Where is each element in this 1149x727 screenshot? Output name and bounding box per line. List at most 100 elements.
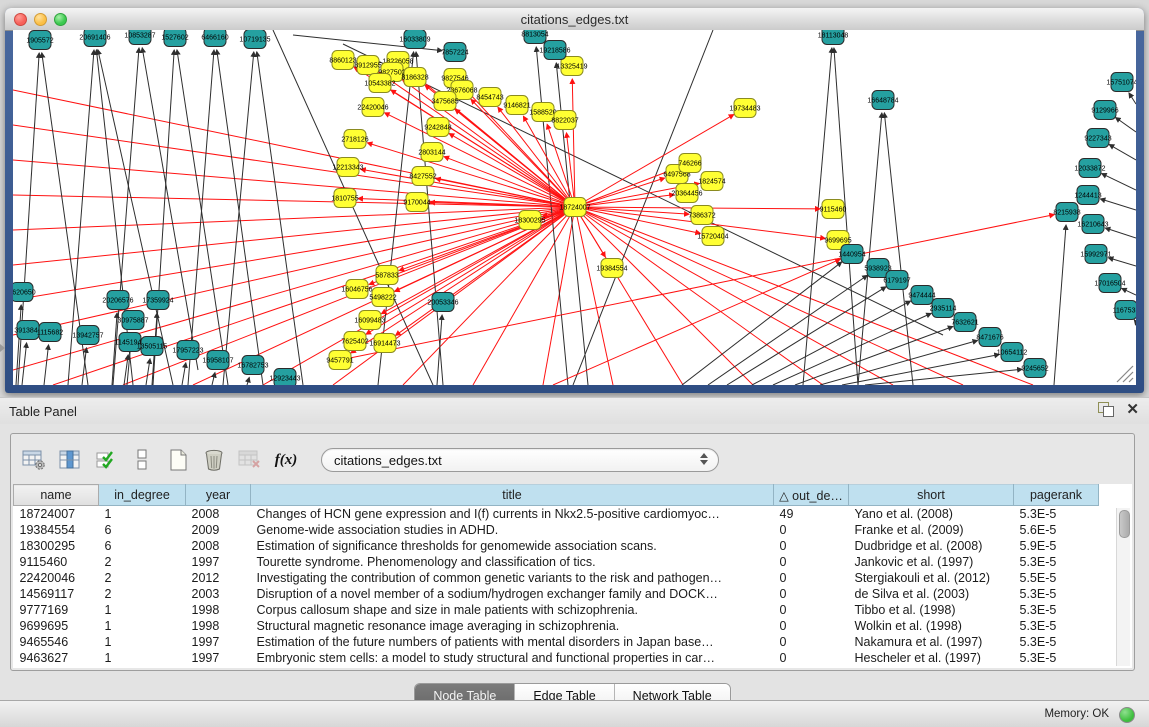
delete-rows-trash-button[interactable]	[199, 445, 229, 475]
graph-node-30975887[interactable]: 30975887	[117, 311, 148, 330]
cell-pagerank[interactable]: 5.3E-5	[1014, 554, 1099, 570]
table-row[interactable]: 946362711997Embryonic stem cells: a mode…	[14, 650, 1099, 666]
minimize-window-button[interactable]	[34, 13, 47, 26]
graph-node-17359924[interactable]: 17359924	[142, 291, 173, 310]
close-panel-icon[interactable]: ✕	[1126, 402, 1139, 417]
resize-grip[interactable]	[1117, 366, 1133, 382]
graph-node-9129966[interactable]: 9129966	[1091, 101, 1118, 120]
graph-node-1167531[interactable]: 1167531	[1113, 301, 1136, 320]
graph-node-12033872[interactable]: 12033872	[1074, 159, 1105, 178]
cell-name[interactable]: 9699695	[14, 618, 99, 634]
graph-node-1824574[interactable]: 1824574	[698, 172, 725, 191]
cell-title[interactable]: Investigating the contribution of common…	[251, 570, 774, 586]
graph-node-16099483[interactable]: 16099483	[354, 311, 385, 330]
network-window-titlebar[interactable]: citations_edges.txt	[5, 8, 1144, 31]
column-header-in_degree[interactable]: in_degree	[99, 485, 186, 506]
cell-out_degree[interactable]: 0	[774, 634, 849, 650]
cell-short[interactable]: Yano et al. (2008)	[849, 506, 1014, 523]
table-row[interactable]: 2242004622012Investigating the contribut…	[14, 570, 1099, 586]
cell-short[interactable]: Franke et al. (2009)	[849, 522, 1014, 538]
column-selector-button[interactable]	[55, 445, 85, 475]
graph-node-12213343[interactable]: 12213343	[332, 158, 363, 177]
graph-node-587833[interactable]: 587833	[375, 266, 398, 285]
graph-node-7632621[interactable]: 7632621	[951, 313, 978, 332]
graph-node-5498222[interactable]: 5498222	[369, 288, 396, 307]
graph-node-9245652[interactable]: 9245652	[1021, 359, 1048, 378]
column-header-year[interactable]: year	[186, 485, 251, 506]
table-row[interactable]: 946554611997Estimation of the future num…	[14, 634, 1099, 650]
graph-node-8427552[interactable]: 8427552	[409, 167, 436, 186]
graph-node-13942757[interactable]: 13942757	[72, 326, 103, 345]
cell-short[interactable]: de Silva et al. (2003)	[849, 586, 1014, 602]
graph-node-9115460[interactable]: 9115460	[820, 200, 847, 219]
cell-year[interactable]: 2003	[186, 586, 251, 602]
cell-out_degree[interactable]: 0	[774, 554, 849, 570]
function-builder-button[interactable]: f(x)	[271, 445, 301, 475]
cell-title[interactable]: Corpus callosum shape and size in male p…	[251, 602, 774, 618]
graph-node-12923443[interactable]: 12923443	[269, 369, 300, 386]
graph-node-746266[interactable]: 746266	[678, 154, 701, 173]
graph-node-18113048[interactable]: 18113048	[818, 30, 849, 45]
network-view[interactable]: 1830029519384554649756874626618245742036…	[13, 30, 1136, 385]
graph-node-10543382[interactable]: 10543382	[364, 74, 395, 93]
graph-node-10719135[interactable]: 10719135	[239, 30, 270, 49]
cell-in_degree[interactable]: 2	[99, 554, 186, 570]
graph-node-2620650[interactable]: 2620650	[13, 283, 36, 302]
graph-node-7625402[interactable]: 7625402	[341, 332, 368, 351]
graph-node-16958107[interactable]: 16958107	[202, 351, 233, 370]
cell-year[interactable]: 1998	[186, 602, 251, 618]
cell-title[interactable]: Tourette syndrome. Phenomenology and cla…	[251, 554, 774, 570]
cell-short[interactable]: Hescheler et al. (1997)	[849, 650, 1014, 666]
graph-node-17957223[interactable]: 17957223	[172, 341, 203, 360]
cell-pagerank[interactable]: 5.3E-5	[1014, 650, 1099, 666]
cell-in_degree[interactable]: 2	[99, 570, 186, 586]
graph-node-2803144[interactable]: 2803144	[418, 143, 445, 162]
cell-pagerank[interactable]: 5.3E-5	[1014, 506, 1099, 523]
cell-short[interactable]: Wolkin et al. (1998)	[849, 618, 1014, 634]
cell-title[interactable]: Estimation of significance thresholds fo…	[251, 538, 774, 554]
graph-node-16648784[interactable]: 16648784	[867, 91, 898, 110]
table-selector-dropdown[interactable]: citations_edges.txt	[321, 448, 719, 472]
cell-in_degree[interactable]: 1	[99, 634, 186, 650]
graph-node-1115682[interactable]: 1115682	[37, 323, 63, 342]
cell-in_degree[interactable]: 6	[99, 538, 186, 554]
cell-out_degree[interactable]: 0	[774, 538, 849, 554]
graph-node-8454743[interactable]: 8454743	[476, 88, 503, 107]
table-row[interactable]: 1872400712008Changes of HCN gene express…	[14, 506, 1099, 523]
cell-pagerank[interactable]: 5.3E-5	[1014, 602, 1099, 618]
cell-pagerank[interactable]: 5.5E-5	[1014, 570, 1099, 586]
graph-node-7386372[interactable]: 7386372	[688, 206, 715, 225]
graph-node-16033809[interactable]: 16033809	[399, 30, 430, 49]
cell-name[interactable]: 14569117	[14, 586, 99, 602]
new-table-button[interactable]	[163, 445, 193, 475]
cell-name[interactable]: 9463627	[14, 650, 99, 666]
table-row[interactable]: 1830029562008Estimation of significance …	[14, 538, 1099, 554]
graph-node-1905572[interactable]: 1905572	[26, 31, 53, 50]
cell-short[interactable]: Dudbridge et al. (2008)	[849, 538, 1014, 554]
graph-node-1810755[interactable]: 1810755	[331, 189, 358, 208]
table-row[interactable]: 911546021997Tourette syndrome. Phenomeno…	[14, 554, 1099, 570]
cell-year[interactable]: 1997	[186, 634, 251, 650]
cell-title[interactable]: Changes of HCN gene expression and I(f) …	[251, 506, 774, 523]
table-scrollbar-thumb[interactable]	[1119, 510, 1130, 538]
graph-node-15751074[interactable]: 15751074	[1106, 73, 1136, 92]
cell-year[interactable]: 1997	[186, 650, 251, 666]
cell-year[interactable]: 2008	[186, 506, 251, 523]
table-row[interactable]: 1938455462009Genome-wide association stu…	[14, 522, 1099, 538]
cell-title[interactable]: Structural magnetic resonance image aver…	[251, 618, 774, 634]
cell-name[interactable]: 18724007	[14, 506, 99, 523]
cell-in_degree[interactable]: 1	[99, 650, 186, 666]
graph-node-15992971[interactable]: 15992971	[1080, 245, 1111, 264]
cell-out_degree[interactable]: 0	[774, 618, 849, 634]
graph-node-19734483[interactable]: 19734483	[729, 99, 760, 118]
graph-node-8813054[interactable]: 8813054	[521, 30, 548, 44]
table-row[interactable]: 1456911722003Disruption of a novel membe…	[14, 586, 1099, 602]
cell-year[interactable]: 2008	[186, 538, 251, 554]
cell-pagerank[interactable]: 5.9E-5	[1014, 538, 1099, 554]
graph-node-22420046[interactable]: 22420046	[357, 98, 388, 117]
graph-node-19218586[interactable]: 19218586	[539, 41, 570, 60]
graph-node-16914473[interactable]: 16914473	[369, 334, 400, 353]
cell-short[interactable]: Stergiakouli et al. (2012)	[849, 570, 1014, 586]
graph-node-16046756[interactable]: 16046756	[341, 280, 372, 299]
graph-node-18724007[interactable]: 18724007	[559, 198, 590, 217]
